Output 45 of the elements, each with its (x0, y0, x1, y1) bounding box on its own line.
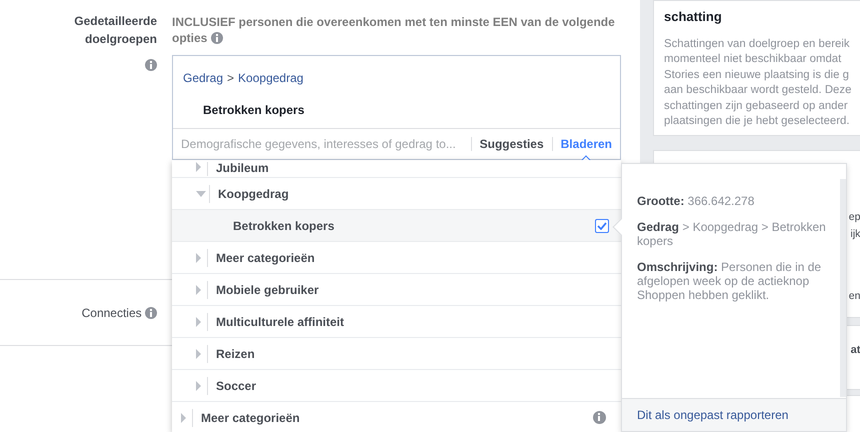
info-icon[interactable] (593, 411, 606, 424)
card-title: schatting (664, 8, 723, 26)
targeting-heading: INCLUSIEF personen die overeenkomen met ten minste EEN van de volgende (172, 15, 615, 29)
tooltip-text: Grootte: 366.642.278 (637, 194, 756, 208)
card-text: Stories een nieuwe plaatsing is die g (664, 68, 850, 82)
card-text: momenteel niet beschikbaar omdat (664, 52, 842, 67)
card-text: en (848, 289, 860, 304)
tree-item[interactable]: Meer categorieën (216, 248, 315, 266)
expand-arrow-icon[interactable] (196, 162, 201, 172)
expand-arrow-icon[interactable] (181, 412, 186, 422)
breadcrumb-link[interactable]: Gedrag (183, 71, 224, 85)
tab[interactable]: Bladeren (560, 135, 612, 153)
info-icon[interactable] (145, 59, 157, 71)
tab[interactable]: Suggesties (480, 135, 544, 153)
tree-item[interactable]: Betrokken kopers (233, 216, 334, 234)
field-label: Connecties (82, 304, 142, 322)
expand-arrow-icon[interactable] (196, 316, 201, 326)
card-text: aan beschikbaar wordt gesteld. Deze (664, 83, 852, 98)
tree-item[interactable]: Soccer (216, 376, 256, 394)
expand-arrow-icon[interactable] (196, 380, 201, 390)
info-icon[interactable] (145, 306, 157, 318)
tree-item[interactable]: Jubileum (216, 161, 269, 175)
tree-item[interactable]: Mobiele gebruiker (216, 280, 319, 298)
card-text: plaatsingen die je hebt geselecteerd. (664, 114, 851, 129)
field-label: Gedetailleerde doelgroepen (73, 13, 157, 48)
tree-item[interactable]: Koopgedrag (218, 184, 289, 202)
expand-arrow-icon[interactable] (196, 284, 201, 294)
breadcrumb-separator: > (227, 71, 234, 85)
tree-item[interactable]: Multiculturele affiniteit (216, 312, 344, 330)
tooltip-text: Omschrijving: Personen die in de afgelopen week op de actieknop Shoppen hebben geklikt. (637, 260, 822, 302)
card-title: at (850, 343, 860, 358)
checkbox[interactable] (595, 218, 609, 232)
expand-arrow-icon[interactable] (196, 252, 201, 262)
scrollbar[interactable] (840, 179, 846, 397)
selected-item: Betrokken kopers (203, 102, 306, 119)
card-text: Schattingen van doelgroep en bereik (664, 36, 851, 52)
tree-item[interactable]: Reizen (216, 344, 255, 362)
card-text: ep (848, 210, 860, 225)
expand-arrow-icon[interactable] (196, 348, 201, 358)
tooltip-text: Gedrag > Koopgedrag > Betrokken kopers (637, 220, 827, 248)
targeting-heading: opties (172, 31, 208, 45)
tree-item[interactable]: Meer categorieën (201, 408, 300, 426)
info-icon[interactable] (210, 32, 223, 44)
card-text: schattingen zijn gebaseerd op ander (664, 98, 849, 114)
breadcrumb-link[interactable]: Koopgedrag (238, 71, 304, 85)
